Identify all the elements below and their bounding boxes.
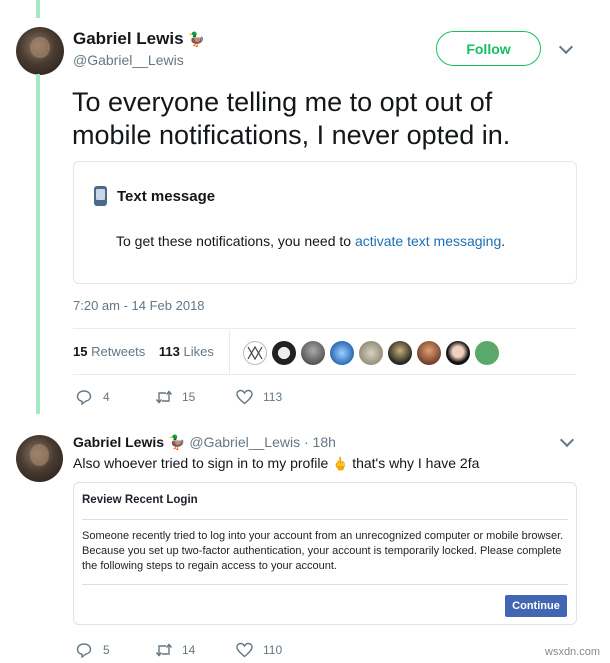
- reply-text-after: that's why I have 2fa: [348, 455, 480, 471]
- retweet-icon[interactable]: [155, 642, 173, 658]
- reply-icon[interactable]: [76, 389, 92, 405]
- card-divider: [82, 584, 568, 585]
- middle-finger-emoji-icon: 🖕: [332, 456, 349, 471]
- retweet-count[interactable]: 14: [182, 643, 195, 657]
- author-name[interactable]: Gabriel Lewis 🦆: [73, 29, 205, 49]
- liker-avatar[interactable]: [272, 341, 296, 365]
- activate-text-messaging-link[interactable]: activate text messaging: [355, 233, 501, 249]
- continue-button: Continue: [505, 595, 567, 617]
- liker-avatar[interactable]: [301, 341, 325, 365]
- reply-text: Also whoever tried to sign in to my prof…: [73, 455, 479, 472]
- duck-emoji-icon: 🦆: [187, 31, 205, 47]
- card-title: Text message: [117, 188, 216, 205]
- avatar[interactable]: [16, 27, 64, 75]
- duck-emoji-icon: 🦆: [168, 434, 186, 450]
- liker-avatar[interactable]: [243, 341, 267, 365]
- thread-line-top: [36, 0, 40, 18]
- text-message-card: Text message To get these notifications,…: [73, 161, 577, 284]
- stats-divider: [229, 330, 230, 374]
- thread-line: [36, 74, 40, 414]
- previous-tweet-actions-fragment: [60, 0, 200, 6]
- like-heart-icon[interactable]: [236, 642, 253, 658]
- like-heart-icon[interactable]: [236, 389, 253, 405]
- tweet-timestamp[interactable]: 7:20 am - 14 Feb 2018: [73, 298, 205, 313]
- divider: [73, 374, 576, 375]
- likes-label[interactable]: Likes: [184, 344, 214, 359]
- reply-avatar[interactable]: [16, 435, 63, 482]
- watermark: wsxdn.com: [545, 646, 601, 658]
- reply-icon[interactable]: [76, 642, 92, 658]
- card-message-period: .: [501, 233, 506, 249]
- like-count[interactable]: 113: [263, 390, 282, 404]
- review-login-body: Someone recently tried to log into your …: [82, 530, 564, 572]
- divider: [73, 328, 576, 329]
- phone-icon: [94, 186, 107, 206]
- liker-avatar[interactable]: [417, 341, 441, 365]
- liker-avatar[interactable]: [475, 341, 499, 365]
- card-divider: [82, 519, 568, 520]
- reply-author-name[interactable]: Gabriel Lewis: [73, 434, 164, 450]
- like-count[interactable]: 110: [263, 643, 282, 657]
- reply-time[interactable]: 18h: [313, 434, 336, 450]
- tweet-stats: 15 Retweets 113 Likes: [73, 344, 214, 359]
- chevron-down-icon[interactable]: [559, 432, 575, 448]
- reply-text-before: Also whoever tried to sign in to my prof…: [73, 455, 333, 471]
- liker-avatar[interactable]: [446, 341, 470, 365]
- tweet-text: To everyone telling me to opt out of mob…: [72, 87, 511, 150]
- retweets-label[interactable]: Retweets: [91, 344, 145, 359]
- liker-avatar[interactable]: [388, 341, 412, 365]
- review-login-title: Review Recent Login: [82, 494, 198, 506]
- card-message: To get these notifications, you need to …: [116, 233, 505, 249]
- reply-header: Gabriel Lewis 🦆 @Gabriel__Lewis · 18h: [73, 434, 336, 451]
- reply-count[interactable]: 4: [103, 390, 110, 404]
- liker-avatar[interactable]: [330, 341, 354, 365]
- liker-avatar[interactable]: [359, 341, 383, 365]
- review-login-image[interactable]: Review Recent Login Someone recently tri…: [73, 482, 577, 625]
- retweet-icon[interactable]: [155, 389, 173, 405]
- follow-button[interactable]: Follow: [436, 31, 541, 66]
- likes-count[interactable]: 113: [159, 344, 180, 359]
- author-name-text[interactable]: Gabriel Lewis: [73, 29, 184, 48]
- dot-separator: ·: [300, 434, 313, 450]
- chevron-down-icon[interactable]: [558, 39, 574, 55]
- reply-count[interactable]: 5: [103, 643, 110, 657]
- retweets-count[interactable]: 15: [73, 344, 87, 359]
- reply-author-handle[interactable]: @Gabriel__Lewis: [189, 434, 300, 450]
- author-handle[interactable]: @Gabriel__Lewis: [73, 52, 184, 68]
- card-message-text: To get these notifications, you need to: [116, 233, 355, 249]
- liker-avatar-logo: [247, 345, 263, 361]
- retweet-count[interactable]: 15: [182, 390, 195, 404]
